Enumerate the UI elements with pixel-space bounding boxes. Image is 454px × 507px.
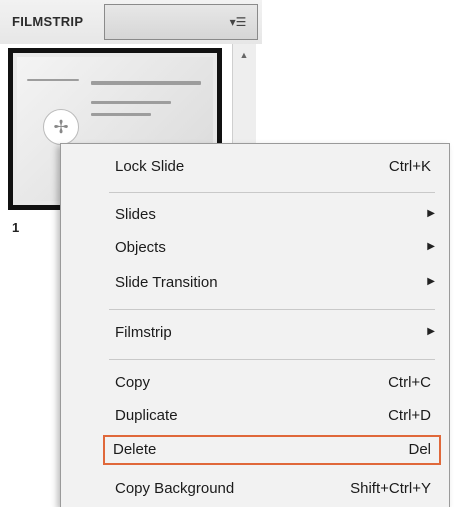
menu-item-copy-background[interactable]: Copy Background Shift+Ctrl+Y	[105, 474, 441, 504]
thumbnail-text-line	[27, 79, 79, 81]
context-menu: Lock Slide Ctrl+K Slides ▶ Objects ▶ Sli…	[60, 143, 450, 507]
thumbnail-text-line	[91, 113, 151, 116]
submenu-arrow-icon: ▶	[427, 241, 435, 252]
menu-item-label: Lock Slide	[115, 158, 185, 175]
slide-number: 1	[12, 220, 20, 235]
filmstrip-header-bar: ▾☰	[104, 4, 258, 40]
menu-item-filmstrip[interactable]: Filmstrip ▶	[105, 318, 441, 348]
menu-item-delete[interactable]: Delete Del	[103, 435, 441, 465]
panel-menu-icon[interactable]: ▾☰	[225, 14, 251, 30]
menu-item-label: Duplicate	[115, 407, 178, 424]
menu-item-objects[interactable]: Objects ▶	[105, 233, 441, 263]
menu-item-slides[interactable]: Slides ▶	[105, 200, 441, 230]
thumbnail-title-placeholder	[91, 81, 201, 85]
menu-item-label: Objects	[115, 239, 166, 256]
menu-separator	[109, 309, 435, 310]
menu-item-label: Filmstrip	[115, 324, 172, 341]
menu-item-copy[interactable]: Copy Ctrl+C	[105, 368, 441, 398]
submenu-arrow-icon: ▶	[427, 208, 435, 219]
submenu-arrow-icon: ▶	[427, 276, 435, 287]
menu-item-lock-slide[interactable]: Lock Slide Ctrl+K	[105, 152, 441, 182]
menu-item-label: Delete	[113, 441, 157, 458]
scroll-up-icon[interactable]: ▲	[236, 48, 252, 62]
menu-item-shortcut: Ctrl+C	[388, 374, 431, 391]
submenu-arrow-icon: ▶	[427, 326, 435, 337]
menu-separator	[109, 192, 435, 193]
filmstrip-header: FILMSTRIP ▾☰	[0, 0, 262, 46]
menu-item-label: Slide Transition	[115, 274, 218, 291]
menu-item-slide-transition[interactable]: Slide Transition ▶	[105, 268, 441, 298]
content-placeholder-icon: ✢	[43, 109, 79, 145]
menu-item-duplicate[interactable]: Duplicate Ctrl+D	[105, 401, 441, 431]
menu-separator	[109, 359, 435, 360]
menu-item-label: Slides	[115, 206, 156, 223]
menu-item-shortcut: Ctrl+D	[388, 407, 431, 424]
menu-item-shortcut: Shift+Ctrl+Y	[350, 480, 431, 497]
menu-item-shortcut: Ctrl+K	[388, 158, 431, 175]
menu-item-shortcut: Del	[408, 441, 431, 458]
menu-item-label: Copy	[115, 374, 151, 391]
filmstrip-title: FILMSTRIP	[12, 14, 84, 29]
thumbnail-text-line	[91, 101, 171, 104]
menu-item-label: Copy Background	[115, 480, 235, 497]
